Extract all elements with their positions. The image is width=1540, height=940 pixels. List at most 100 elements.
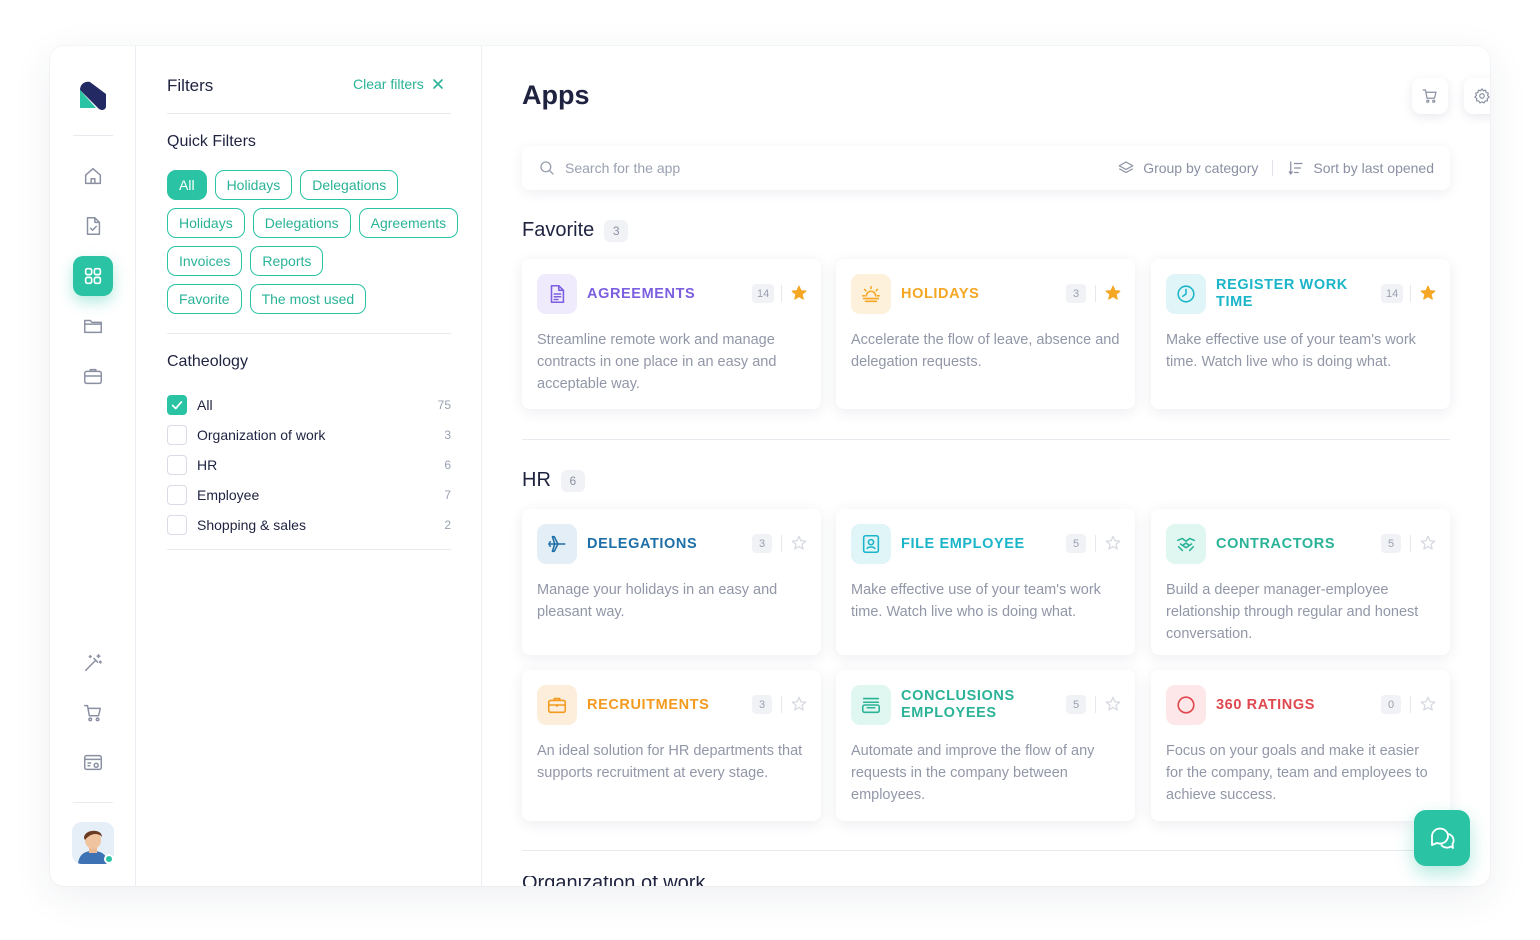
app-card[interactable]: Delegations 3 Manage your holidays in an… [522, 509, 821, 655]
category-label: All [197, 397, 213, 413]
nav-magic-button[interactable] [73, 643, 113, 683]
quick-filter-chip[interactable]: All [167, 170, 207, 200]
category-item[interactable]: All 75 [167, 390, 451, 420]
cart-button[interactable] [1412, 78, 1448, 114]
app-title: Register work time [1216, 277, 1348, 310]
nav-home-button[interactable] [73, 156, 113, 196]
app-card[interactable]: Contractors 5 Build a deeper manager-emp… [1151, 509, 1450, 655]
card-divider [1410, 285, 1411, 302]
quick-filter-chip[interactable]: Delegations [252, 208, 351, 238]
app-icon-tile [851, 685, 891, 725]
category-count: 2 [444, 518, 451, 532]
category-item[interactable]: Employee 7 [167, 480, 451, 510]
nav-documents-button[interactable] [73, 206, 113, 246]
app-card[interactable]: Conclusions employees 5 Automate and imp… [836, 670, 1135, 821]
app-description: Make effective use of your team's work t… [851, 582, 1101, 620]
card-divider [1410, 696, 1411, 713]
category-checkbox[interactable] [167, 485, 187, 505]
favorite-star-icon[interactable] [790, 695, 808, 713]
favorite-star-icon[interactable] [1419, 695, 1437, 713]
close-icon [432, 79, 443, 89]
document-check-icon [86, 217, 101, 235]
settings-button[interactable] [1464, 78, 1490, 114]
app-count-badge: 3 [752, 534, 772, 553]
app-card[interactable]: Recruitments 3 An ideal solution for HR … [522, 670, 821, 821]
filters-panel: Filters Clear filters Quick Filters All H… [137, 46, 482, 886]
quick-filter-chip[interactable]: Holidays [214, 170, 293, 200]
chat-button[interactable] [1414, 810, 1470, 866]
app-icon-tile [537, 274, 577, 314]
app-description: Manage your holidays in an easy and plea… [537, 582, 778, 620]
favorite-star-icon[interactable] [1104, 695, 1122, 713]
nav-folders-button[interactable] [73, 306, 113, 346]
filters-divider [167, 549, 451, 550]
favorite-star-icon[interactable] [1104, 284, 1122, 302]
search-bar: Group by category Sort by last opened [522, 146, 1450, 190]
section-divider [522, 850, 1450, 851]
nav-rail [50, 46, 136, 886]
quick-filter-chips: All Holidays Delegations Holidays Delegation… [167, 170, 472, 322]
group-by-category-button[interactable]: Group by category [1117, 159, 1258, 177]
category-title: Catheology [167, 353, 248, 370]
layers-icon [1118, 161, 1134, 174]
app-count-badge: 3 [752, 695, 772, 714]
app-card[interactable]: Agreements 14 Streamline remote work and… [522, 259, 821, 409]
nav-work-button[interactable] [73, 356, 113, 396]
sort-label: Sort by last opened [1313, 160, 1434, 176]
search-input[interactable] [565, 160, 1065, 176]
page-title: Apps [522, 80, 590, 110]
sort-button[interactable]: Sort by last opened [1287, 159, 1434, 177]
chat-bubbles-icon [1431, 827, 1455, 849]
app-icon-tile [1166, 274, 1206, 314]
quick-filter-chip[interactable]: Favorite [167, 284, 242, 314]
category-checkbox[interactable] [167, 455, 187, 475]
nav-apps-button[interactable] [73, 256, 113, 296]
section-title: HR [522, 469, 551, 491]
quick-filter-chip[interactable]: Reports [250, 246, 324, 276]
category-checkbox[interactable] [167, 425, 187, 445]
filters-title: Filters [167, 76, 214, 95]
app-card[interactable]: 360 ratings 0 Focus on your goals and ma… [1151, 670, 1450, 821]
favorite-star-icon[interactable] [1104, 534, 1122, 552]
brand-logo[interactable] [76, 78, 110, 112]
sort-icon [1289, 161, 1303, 176]
favorite-star-icon[interactable] [1419, 284, 1437, 302]
app-card[interactable]: File employee 5 Make effective use of yo… [836, 509, 1135, 655]
app-card[interactable]: Register work time 14 Make effective use… [1151, 259, 1450, 409]
chip-row: Favorite The most used [167, 284, 472, 314]
quick-filter-chip[interactable]: Delegations [300, 170, 399, 200]
quick-filter-chip[interactable]: Agreements [358, 208, 459, 238]
card-divider [781, 696, 782, 713]
magic-wand-icon [84, 654, 102, 672]
group-by-label: Group by category [1143, 160, 1259, 176]
nav-cart-button[interactable] [73, 693, 113, 733]
section-header-hr: HR 6 [522, 469, 585, 492]
quick-filter-chip[interactable]: The most used [249, 284, 367, 314]
quick-filter-chip[interactable]: Holidays [167, 208, 245, 238]
circle-icon [1175, 694, 1197, 716]
app-title: Conclusions employees [901, 688, 1015, 721]
inbox-icon [860, 694, 882, 716]
favorite-star-icon[interactable] [1419, 534, 1437, 552]
category-item[interactable]: HR 6 [167, 450, 451, 480]
browser-settings-icon [84, 754, 102, 771]
section-count-badge: 3 [604, 219, 629, 242]
nav-settings-button[interactable] [73, 743, 113, 783]
category-item[interactable]: Organization of work 3 [167, 420, 451, 450]
category-list: All 75 Organization of work 3 HR 6 Emplo… [167, 390, 451, 540]
clear-filters-button[interactable]: Clear filters [353, 76, 444, 92]
category-item[interactable]: Shopping & sales 2 [167, 510, 451, 540]
category-checkbox[interactable] [167, 395, 187, 415]
app-window: Filters Clear filters Quick Filters All H… [50, 46, 1490, 886]
app-description: Focus on your goals and make it easier f… [1166, 743, 1428, 803]
app-card[interactable]: Holidays 3 Accelerate the flow of leave,… [836, 259, 1135, 409]
category-checkbox[interactable] [167, 515, 187, 535]
quick-filter-chip[interactable]: Invoices [167, 246, 243, 276]
app-count-badge: 5 [1066, 695, 1086, 714]
favorite-star-icon[interactable] [790, 534, 808, 552]
app-title: Contractors [1216, 535, 1336, 552]
category-count: 3 [444, 428, 451, 442]
app-title: Delegations [587, 535, 698, 552]
home-icon [84, 167, 102, 185]
favorite-star-icon[interactable] [790, 284, 808, 302]
